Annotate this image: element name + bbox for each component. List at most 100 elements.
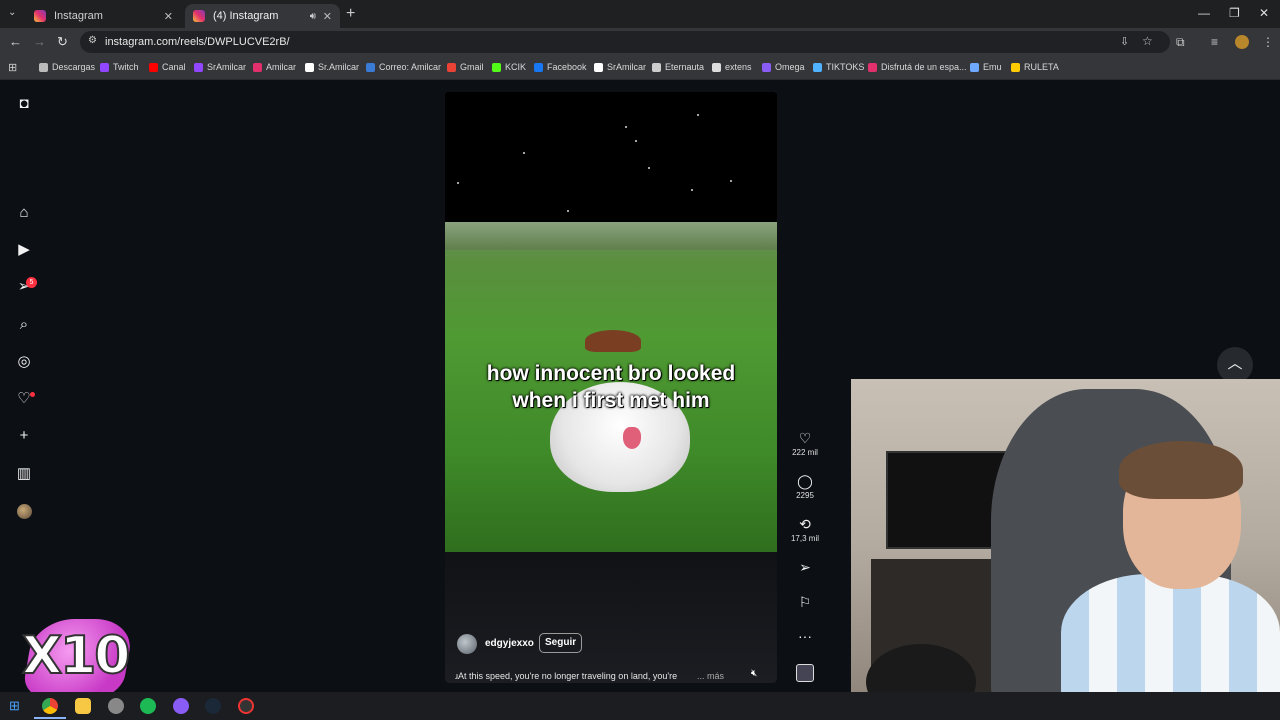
instagram-favicon-icon <box>34 10 46 22</box>
reel-video[interactable]: how innocent bro looked when i first met… <box>445 92 777 683</box>
minimize-icon[interactable]: — <box>1198 6 1210 20</box>
site-info-icon[interactable]: ⚙ <box>88 35 97 46</box>
repost-icon[interactable]: ⟲ <box>790 516 820 532</box>
chrome-icon[interactable] <box>42 698 58 714</box>
app-icon[interactable] <box>108 698 124 714</box>
instagram-icon <box>253 62 262 72</box>
bookmark-item[interactable]: RULETA <box>1011 62 1059 72</box>
background-trees <box>445 222 777 250</box>
omega-icon <box>762 62 771 72</box>
notification-badge: 5 <box>26 277 37 288</box>
video-caption: how innocent bro looked when i first met… <box>445 360 777 414</box>
tab-instagram-2[interactable]: (4) Instagram 🔊︎ ✕ <box>185 4 340 28</box>
profile-avatar[interactable] <box>17 504 32 519</box>
bookmark-item[interactable]: Gmail <box>447 62 484 72</box>
repost-action[interactable]: ⟲ 17,3 mil <box>790 516 820 543</box>
bookmark-label: Canal <box>162 62 186 72</box>
bookmark-label: Facebook <box>547 62 587 72</box>
close-window-icon[interactable]: ✕ <box>1259 6 1269 20</box>
explore-icon[interactable]: ◎ <box>15 353 33 371</box>
starfield-background <box>445 92 777 222</box>
comment-icon[interactable]: ◯ <box>790 473 820 489</box>
bookmark-item[interactable]: Emu <box>970 62 1002 72</box>
save-action[interactable]: ⚐ <box>790 594 820 610</box>
discord-icon[interactable] <box>173 698 189 714</box>
bookmark-icon[interactable]: ⚐ <box>790 594 820 610</box>
bookmark-item[interactable]: Sr.Amilcar <box>305 62 359 72</box>
reels-icon[interactable]: ▶ <box>15 241 33 259</box>
bookmark-item[interactable]: Correo: Amilcar <box>366 62 441 72</box>
twitch-icon <box>100 62 109 72</box>
spotify-icon[interactable] <box>140 698 156 714</box>
bookmark-label: extens <box>725 62 752 72</box>
more-icon[interactable]: ··· <box>790 628 820 644</box>
tab-search-icon[interactable]: ⌄ <box>8 7 16 18</box>
create-icon[interactable]: + <box>15 427 33 445</box>
follow-button[interactable]: Seguir <box>539 633 583 653</box>
back-icon[interactable]: ← <box>9 34 22 49</box>
home-icon[interactable]: ⌂ <box>15 204 33 222</box>
steam-icon[interactable] <box>205 698 221 714</box>
author-avatar[interactable] <box>457 634 477 654</box>
close-tab-icon[interactable]: ✕ <box>164 10 173 23</box>
bookmark-item[interactable]: Eternauta <box>652 62 704 72</box>
menu-icon[interactable]: ⋮ <box>1262 35 1274 49</box>
bookmark-item[interactable]: Amilcar <box>253 62 296 72</box>
forward-icon[interactable]: → <box>33 34 46 49</box>
author-username[interactable]: edgyjexxo <box>485 638 534 649</box>
speaker-icon[interactable]: 🔊︎ <box>310 11 316 22</box>
bookmark-item[interactable]: SrAmilcar <box>594 62 646 72</box>
bookmark-item[interactable]: Disfrutá de un espa... <box>868 62 967 72</box>
reload-icon[interactable]: ↻ <box>57 34 68 50</box>
roulette-icon <box>1011 62 1020 72</box>
windows-start-icon[interactable]: ⊞ <box>9 698 20 714</box>
bookmark-item[interactable]: Descargas <box>39 62 95 72</box>
address-bar[interactable]: ⚙ instagram.com/reels/DWPLUCVE2rB/ ⇩ ☆ <box>80 31 1170 53</box>
instagram-logo-icon[interactable]: ◘ <box>15 95 33 113</box>
extension-icon <box>712 62 721 72</box>
youtube-icon <box>149 62 158 72</box>
bookmark-item[interactable]: Facebook <box>534 62 587 72</box>
share-action[interactable]: ➢ <box>790 559 820 575</box>
bookmark-item[interactable]: KCIK <box>492 62 526 72</box>
install-app-icon[interactable]: ⇩ <box>1120 35 1129 48</box>
media-controls-icon[interactable]: ≡ <box>1211 35 1218 49</box>
dashboard-icon[interactable]: ▥ <box>15 465 33 483</box>
windows-taskbar: ⊞ <box>0 692 1280 720</box>
chevron-up-icon[interactable]: ︿ <box>1217 347 1253 383</box>
apps-grid-icon[interactable]: ⊞ <box>8 61 17 74</box>
bookmark-label: SrAmilcar <box>207 62 247 72</box>
bookmark-label: Sr.Amilcar <box>318 62 360 72</box>
new-tab-button[interactable]: + <box>346 5 355 23</box>
page-icon <box>868 62 877 72</box>
audio-thumbnail[interactable] <box>796 664 814 682</box>
bookmark-item[interactable]: extens <box>712 62 752 72</box>
bookmark-label: Correo: Amilcar <box>379 62 442 72</box>
file-explorer-icon[interactable] <box>75 698 91 714</box>
obs-icon[interactable] <box>238 698 254 714</box>
search-icon[interactable]: ⌕ <box>15 316 33 334</box>
bookmark-item[interactable]: TIKTOKS <box>813 62 864 72</box>
bookmark-label: Omega <box>775 62 805 72</box>
bookmark-item[interactable]: Omega <box>762 62 805 72</box>
bookmark-item[interactable]: Canal <box>149 62 186 72</box>
heart-icon[interactable]: ♡ <box>790 430 820 446</box>
webcam-overlay <box>851 379 1280 720</box>
mute-icon[interactable]: 🔇︎ <box>751 668 757 679</box>
drive-icon <box>813 62 822 72</box>
more-link[interactable]: ... más <box>697 671 724 681</box>
bookmark-star-icon[interactable]: ☆ <box>1142 34 1153 48</box>
share-icon[interactable]: ➢ <box>790 559 820 575</box>
bookmark-item[interactable]: Twitch <box>100 62 139 72</box>
profile-avatar[interactable] <box>1235 35 1249 49</box>
url-text[interactable]: instagram.com/reels/DWPLUCVE2rB/ <box>105 36 290 48</box>
more-options[interactable]: ··· <box>790 628 820 644</box>
tab-instagram-1[interactable]: Instagram ✕ <box>26 4 181 28</box>
comment-action[interactable]: ◯ 2295 <box>790 473 820 500</box>
bookmark-item[interactable]: SrAmilcar <box>194 62 246 72</box>
like-action[interactable]: ♡ 222 mil <box>790 430 820 457</box>
restore-icon[interactable]: ❐ <box>1229 6 1240 20</box>
close-tab-icon[interactable]: ✕ <box>323 10 332 23</box>
extensions-icon[interactable]: ⧉ <box>1176 35 1185 50</box>
bottom-background <box>445 552 777 683</box>
